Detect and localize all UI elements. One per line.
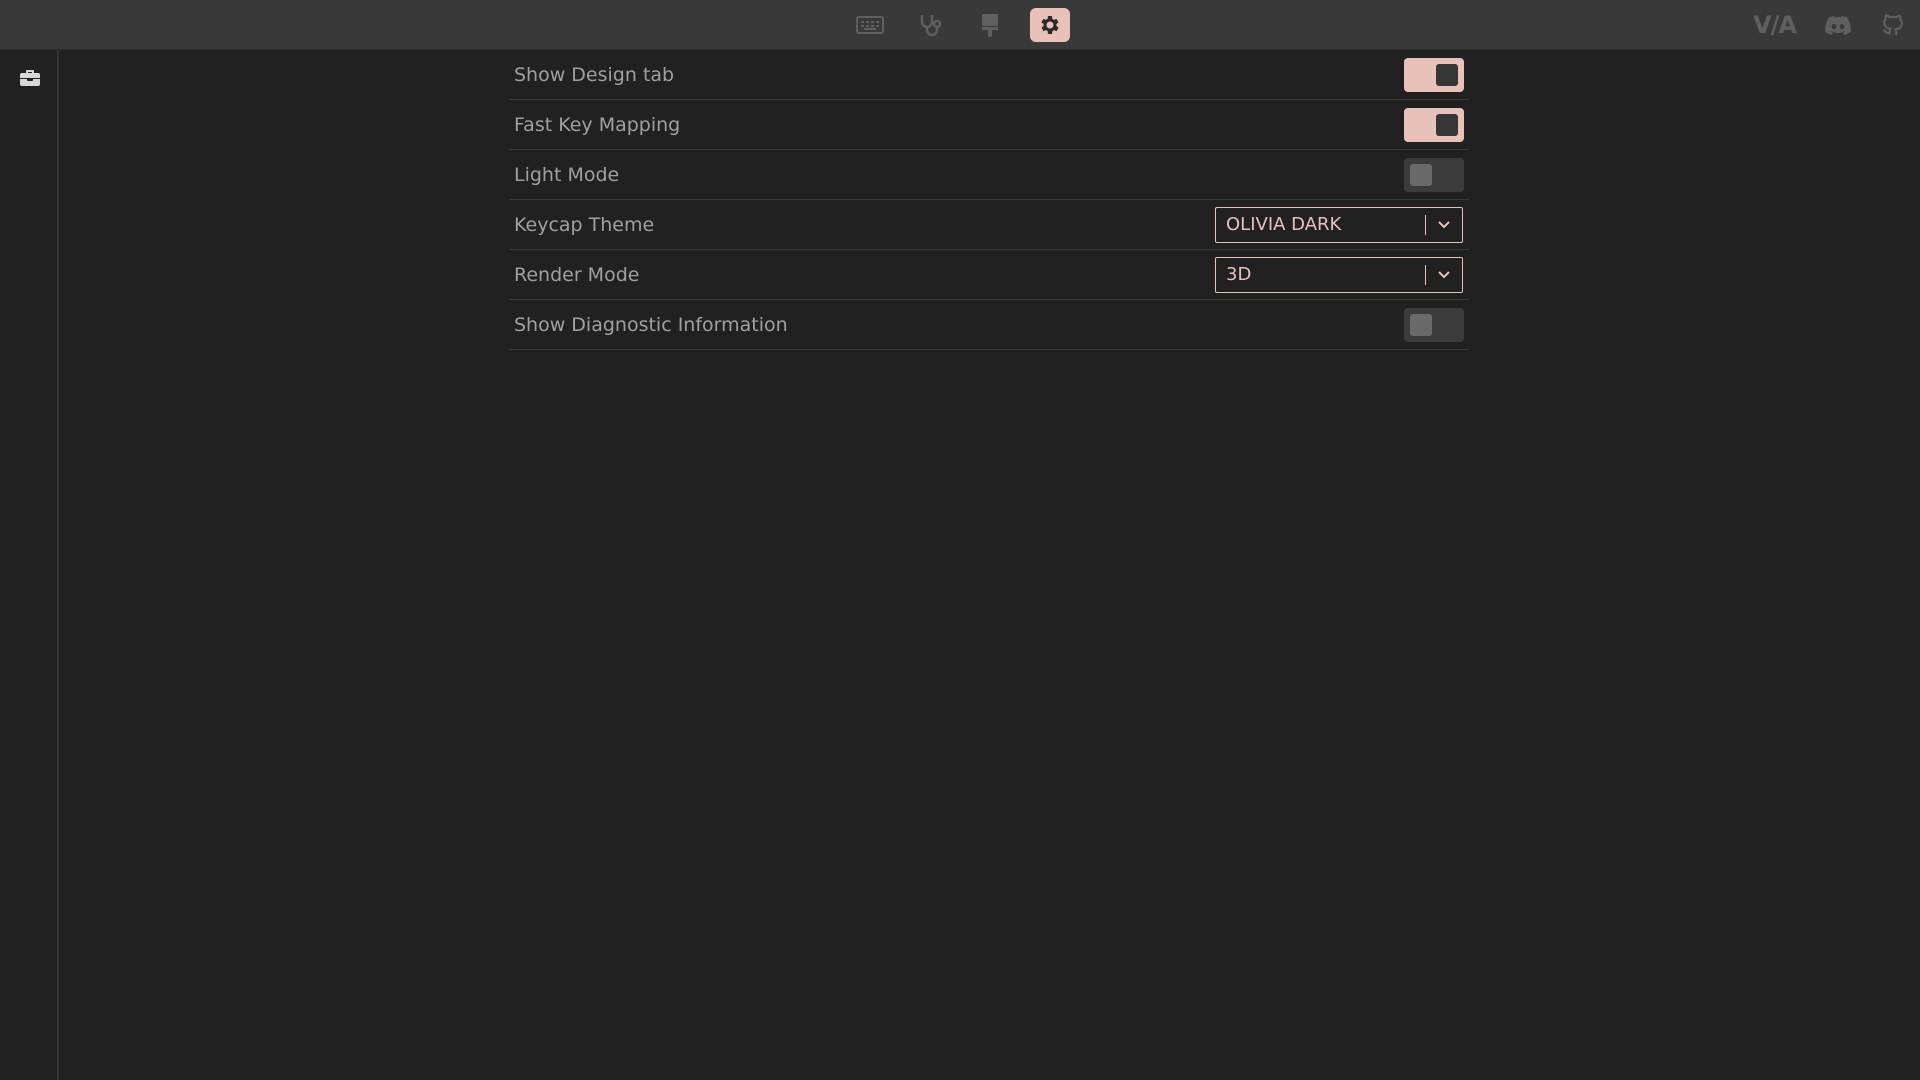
setting-row-fast-key-mapping: Fast Key Mapping — [509, 100, 1469, 150]
nav-test-button[interactable] — [910, 8, 950, 42]
discord-icon[interactable] — [1824, 14, 1852, 36]
light-mode-toggle[interactable] — [1404, 157, 1464, 192]
stethoscope-icon — [920, 14, 942, 36]
select-value: 3D — [1226, 264, 1252, 285]
settings-panel: Show Design tab Fast Key Mapping Light M… — [509, 50, 1469, 350]
setting-row-show-diagnostic-information: Show Diagnostic Information — [509, 300, 1469, 350]
show-design-tab-toggle[interactable] — [1404, 57, 1464, 92]
sidebar — [0, 50, 59, 1080]
github-icon[interactable] — [1880, 12, 1906, 38]
keyboard-icon — [856, 15, 884, 34]
nav-configure-button[interactable] — [850, 8, 890, 42]
toggle-knob — [1436, 113, 1458, 136]
toggle-knob — [1410, 313, 1432, 336]
toolbox-icon[interactable] — [18, 66, 42, 90]
toggle-knob — [1436, 63, 1458, 86]
setting-row-show-design-tab: Show Design tab — [509, 50, 1469, 100]
setting-label: Keycap Theme — [514, 213, 655, 236]
fast-key-mapping-toggle[interactable] — [1404, 107, 1464, 142]
show-diagnostic-information-toggle[interactable] — [1404, 307, 1464, 342]
setting-row-render-mode: Render Mode 3D — [509, 250, 1469, 300]
render-mode-select[interactable]: 3D — [1215, 256, 1463, 293]
gear-icon — [1041, 15, 1059, 34]
setting-row-keycap-theme: Keycap Theme OLIVIA DARK — [509, 200, 1469, 250]
setting-label: Show Diagnostic Information — [514, 313, 788, 336]
nav-design-button[interactable] — [970, 8, 1010, 42]
top-navigation-bar: V/A — [0, 0, 1920, 50]
top-right-links: V/A — [1753, 0, 1906, 49]
toggle-knob — [1410, 163, 1432, 186]
setting-label: Light Mode — [514, 163, 620, 186]
setting-label: Fast Key Mapping — [514, 113, 681, 136]
select-value: OLIVIA DARK — [1226, 214, 1342, 235]
setting-row-light-mode: Light Mode — [509, 150, 1469, 200]
setting-label: Render Mode — [514, 263, 640, 286]
chevron-down-icon — [1426, 220, 1462, 230]
keycap-theme-select[interactable]: OLIVIA DARK — [1215, 206, 1463, 243]
via-logo[interactable]: V/A — [1753, 11, 1797, 39]
brush-icon — [982, 13, 998, 37]
setting-label: Show Design tab — [514, 63, 675, 86]
chevron-down-icon — [1426, 270, 1462, 280]
main-nav — [850, 0, 1070, 49]
nav-settings-button[interactable] — [1030, 7, 1070, 42]
